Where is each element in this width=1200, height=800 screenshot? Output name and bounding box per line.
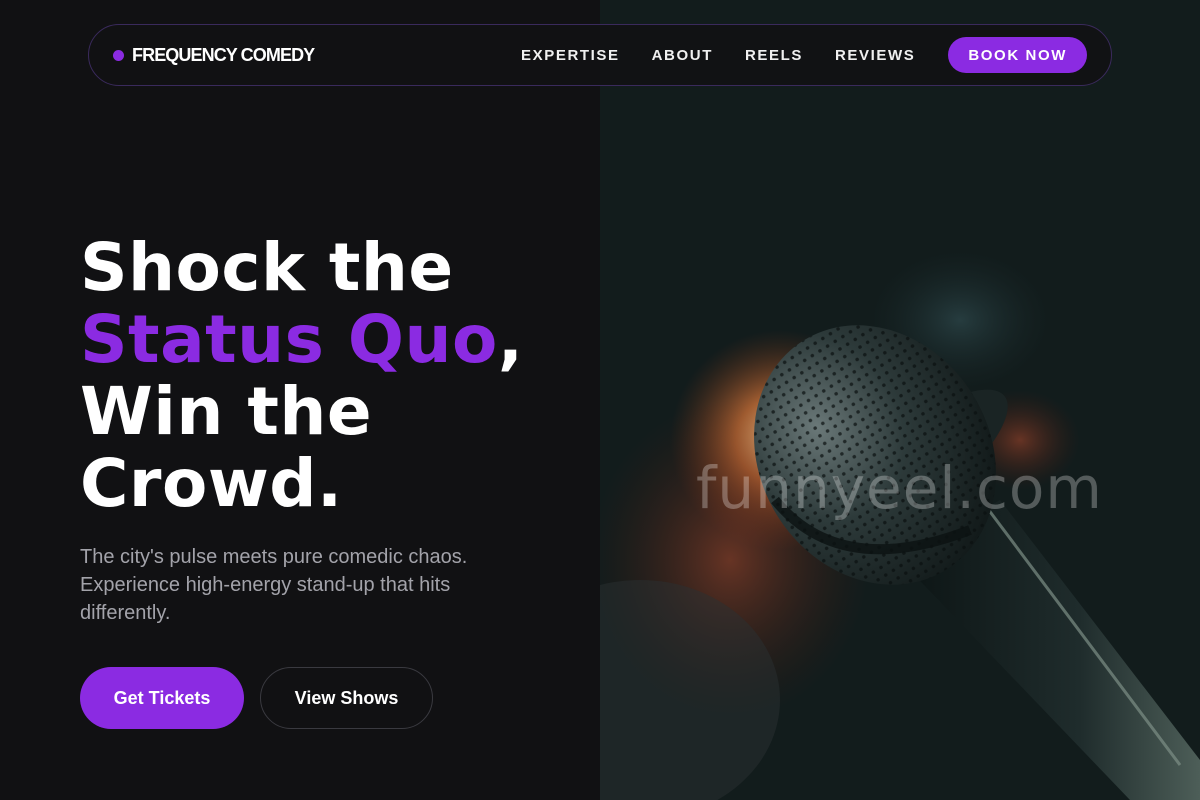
logo[interactable]: FREQUENCY COMEDY — [113, 44, 315, 66]
purple-dot-icon — [113, 49, 124, 61]
headline-line-3: Win the — [80, 373, 373, 450]
image-watermark: funnyeel.com — [696, 454, 1103, 522]
nav-link-about[interactable]: ABOUT — [652, 47, 713, 64]
top-nav: FREQUENCY COMEDY EXPERTISE ABOUT REELS R… — [88, 24, 1112, 86]
headline-comma: , — [497, 301, 524, 378]
headline-accent: Status Quo — [80, 301, 498, 378]
book-now-button[interactable]: BOOK NOW — [948, 37, 1087, 73]
hero-subtitle: The city's pulse meets pure comedic chao… — [80, 546, 468, 624]
hero-headline: Shock the Status Quo, Win the Crowd. — [80, 232, 523, 520]
headline-line-4: Crowd. — [80, 445, 343, 522]
nav-link-expertise[interactable]: EXPERTISE — [521, 47, 620, 64]
logo-text: FREQUENCY COMEDY — [132, 44, 315, 65]
get-tickets-button[interactable]: Get Tickets — [80, 667, 244, 729]
nav-link-reels[interactable]: REELS — [745, 47, 803, 64]
hero-image-microphone: funnyeel.com — [600, 0, 1200, 800]
view-shows-button[interactable]: View Shows — [260, 667, 433, 729]
nav-link-reviews[interactable]: REVIEWS — [835, 47, 915, 64]
microphone-icon — [600, 0, 1200, 800]
nav-links: EXPERTISE ABOUT REELS REVIEWS — [521, 47, 915, 64]
headline-line-1: Shock the — [80, 229, 454, 306]
